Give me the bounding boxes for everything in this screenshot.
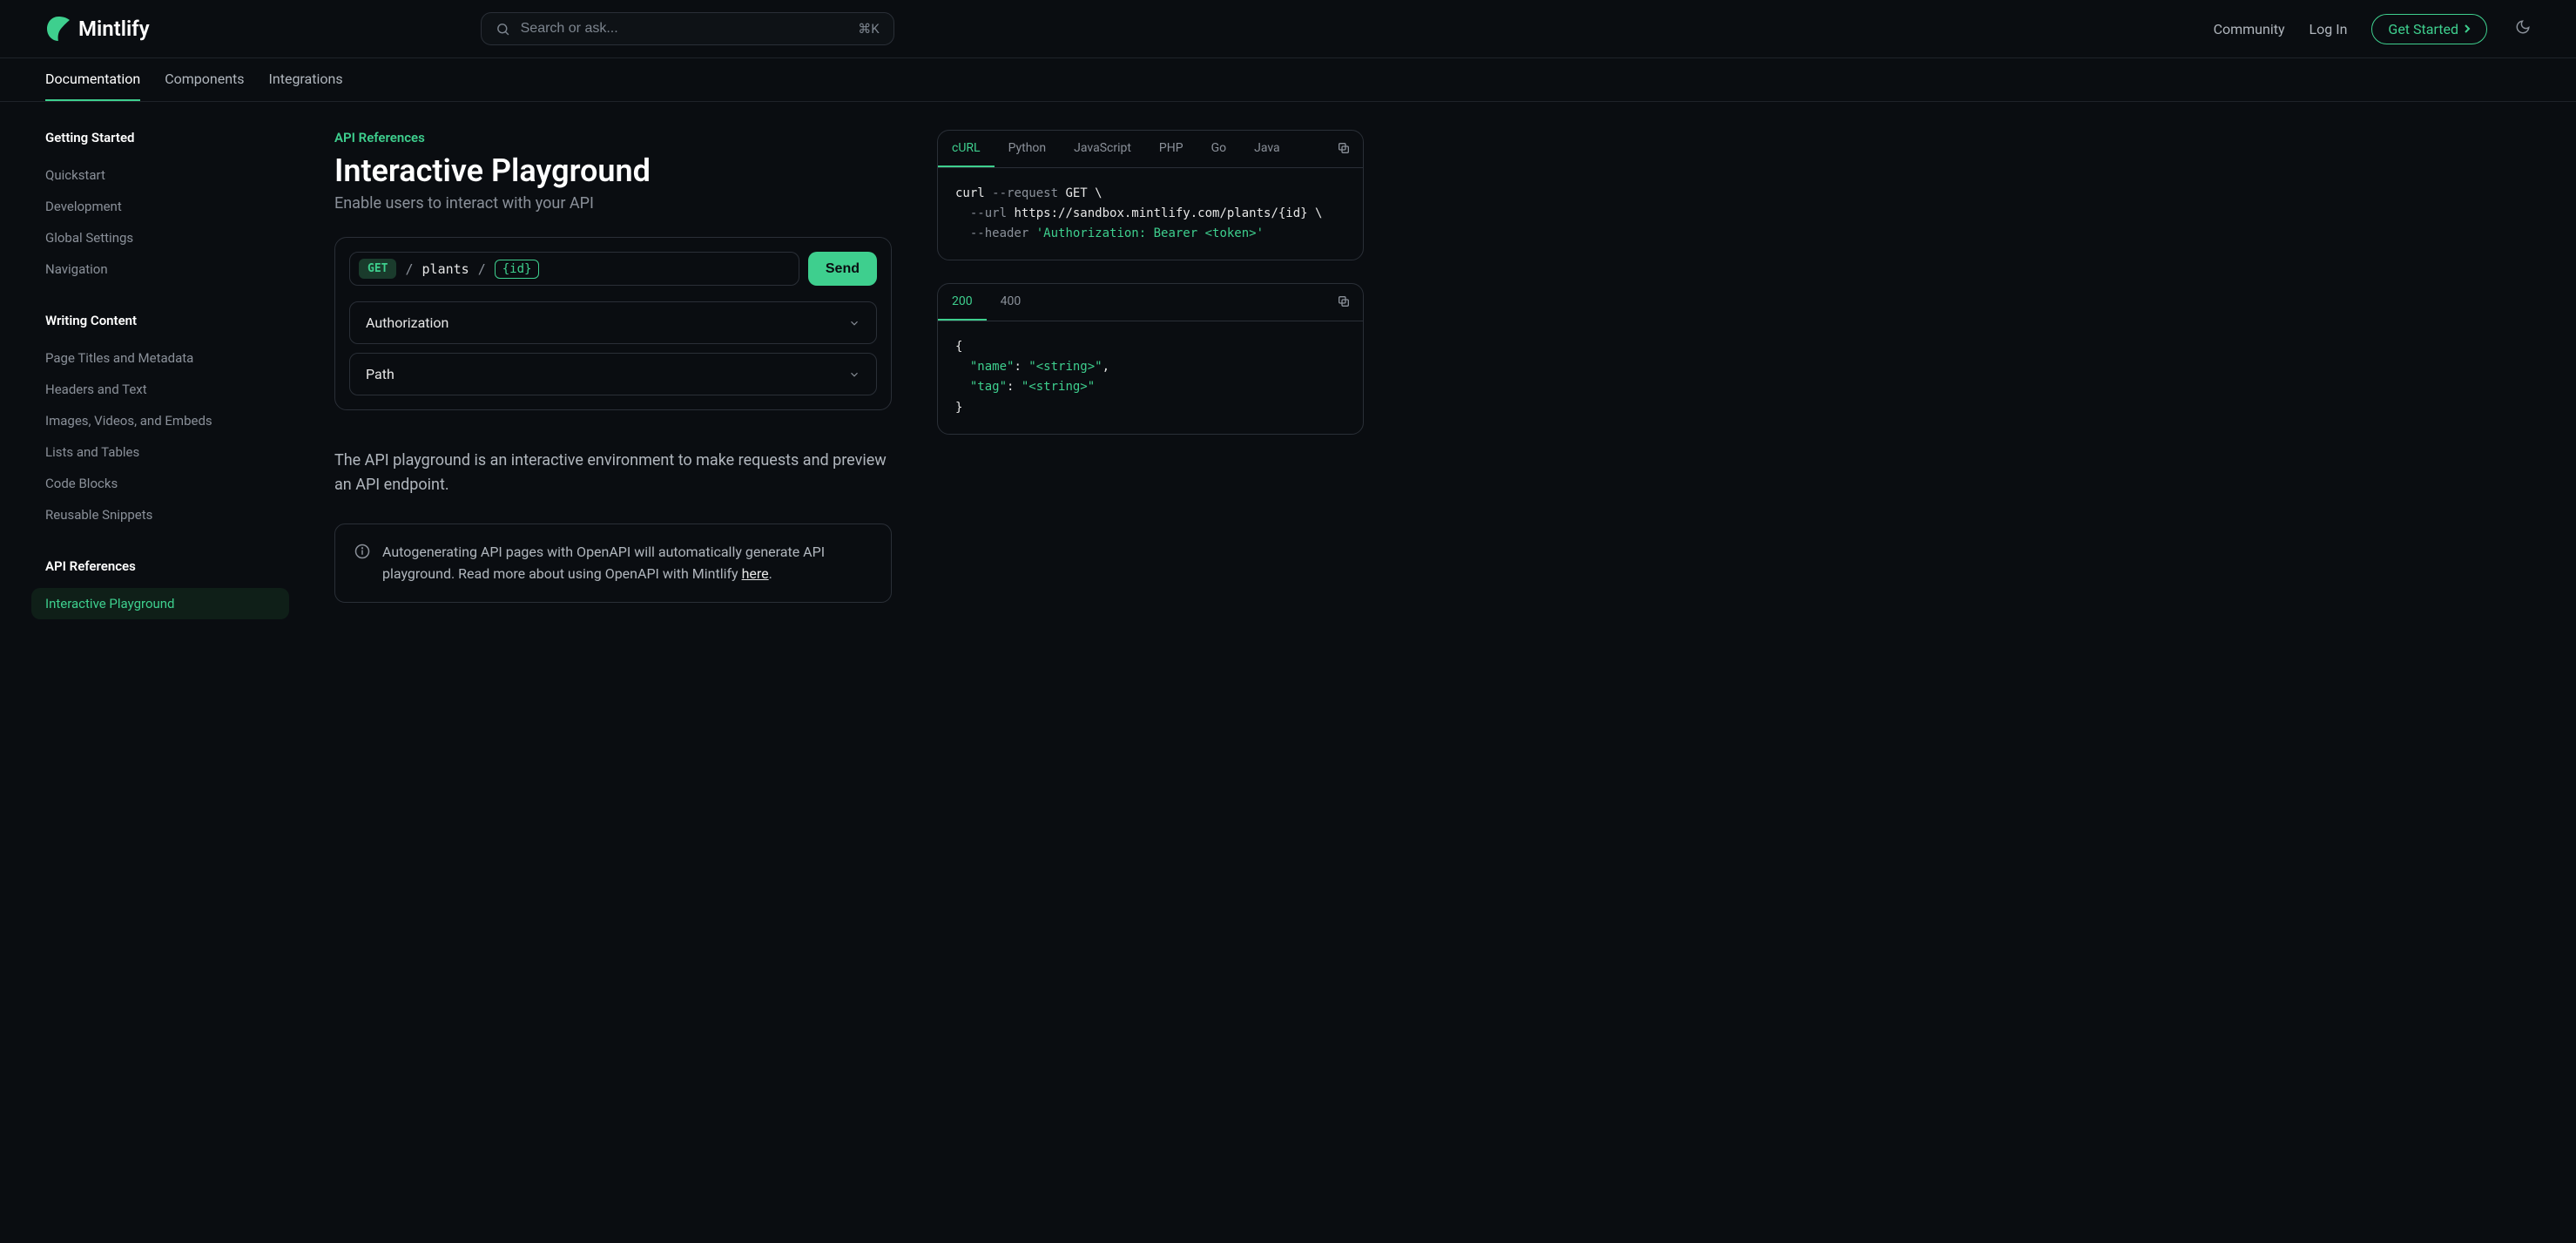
sidebar-item-development[interactable]: Development: [45, 191, 289, 222]
response-code: { "name": "<string>", "tag": "<string>" …: [938, 321, 1363, 433]
search-icon: [496, 22, 510, 37]
page-subtitle: Enable users to interact with your API: [334, 194, 892, 213]
request-code-block: cURL Python JavaScript PHP Go Java curl …: [937, 130, 1364, 260]
sidebar-heading: Getting Started: [45, 130, 289, 145]
playground-request-row: GET / plants / {id} Send: [349, 252, 877, 286]
tab-curl[interactable]: cURL: [938, 131, 995, 167]
code-panel: cURL Python JavaScript PHP Go Java curl …: [937, 130, 1364, 647]
response-code-block: 200 400 { "name": "<string>", "tag": "<s…: [937, 283, 1364, 434]
sidebar-item-global-settings[interactable]: Global Settings: [45, 222, 289, 253]
path-param-id[interactable]: {id}: [495, 260, 540, 279]
tab-components[interactable]: Components: [165, 58, 244, 101]
moon-icon: [2515, 19, 2531, 35]
url-bar[interactable]: GET / plants / {id}: [349, 252, 799, 286]
sidebar-item-reusable-snippets[interactable]: Reusable Snippets: [45, 499, 289, 530]
logo[interactable]: Mintlify: [45, 17, 150, 41]
chevron-down-icon: [848, 317, 860, 329]
chevron-down-icon: [848, 368, 860, 381]
body-paragraph: The API playground is an interactive env…: [334, 449, 892, 497]
page-title: Interactive Playground: [334, 152, 892, 189]
copy-icon: [1337, 294, 1351, 308]
tab-javascript[interactable]: JavaScript: [1060, 131, 1145, 167]
community-link[interactable]: Community: [2214, 21, 2285, 37]
response-tabs: 200 400: [938, 284, 1363, 321]
header: Mintlify ⌘K Community Log In Get Started: [0, 0, 2576, 58]
sidebar-item-code-blocks[interactable]: Code Blocks: [45, 468, 289, 499]
tab-integrations[interactable]: Integrations: [269, 58, 343, 101]
callout-after: .: [769, 565, 772, 582]
sidebar-section-api-references: API References Interactive Playground: [45, 558, 289, 619]
login-link[interactable]: Log In: [2310, 21, 2348, 37]
copy-button[interactable]: [1337, 141, 1351, 159]
sidebar-item-headers[interactable]: Headers and Text: [45, 374, 289, 405]
path-resource: plants: [422, 261, 469, 277]
tab-200[interactable]: 200: [938, 284, 987, 321]
section-label: Path: [366, 366, 394, 382]
chevron-right-icon: [2464, 24, 2471, 34]
sidebar-item-page-titles[interactable]: Page Titles and Metadata: [45, 342, 289, 374]
request-code: curl --request GET \ --url https://sandb…: [938, 168, 1363, 260]
cta-label: Get Started: [2388, 21, 2458, 37]
path-slash: /: [405, 261, 413, 277]
playground-card: GET / plants / {id} Send Authorization P…: [334, 237, 892, 410]
header-nav: Community Log In Get Started: [2214, 14, 2531, 44]
sidebar-item-navigation[interactable]: Navigation: [45, 253, 289, 285]
nav-tabs: Documentation Components Integrations: [0, 58, 2576, 102]
sidebar-item-lists[interactable]: Lists and Tables: [45, 436, 289, 468]
tab-java[interactable]: Java: [1240, 131, 1294, 167]
sidebar: Getting Started Quickstart Development G…: [45, 130, 289, 647]
tab-documentation[interactable]: Documentation: [45, 58, 140, 101]
sidebar-item-interactive-playground[interactable]: Interactive Playground: [31, 588, 289, 619]
breadcrumb[interactable]: API References: [334, 130, 892, 145]
copy-button[interactable]: [1337, 294, 1351, 312]
copy-icon: [1337, 141, 1351, 155]
info-icon: [354, 544, 370, 559]
tab-php[interactable]: PHP: [1145, 131, 1197, 167]
search-input[interactable]: [521, 21, 848, 37]
callout-link[interactable]: here: [742, 565, 769, 582]
tab-python[interactable]: Python: [995, 131, 1061, 167]
search-box[interactable]: ⌘K: [481, 12, 894, 45]
path-slash: /: [478, 261, 486, 277]
sidebar-heading: API References: [45, 558, 289, 574]
main-content: API References Interactive Playground En…: [334, 130, 892, 647]
section-path[interactable]: Path: [349, 353, 877, 395]
tab-go[interactable]: Go: [1197, 131, 1241, 167]
get-started-button[interactable]: Get Started: [2371, 14, 2487, 44]
sidebar-section-writing-content: Writing Content Page Titles and Metadata…: [45, 313, 289, 530]
request-tabs: cURL Python JavaScript PHP Go Java: [938, 131, 1363, 168]
info-callout: Autogenerating API pages with OpenAPI wi…: [334, 524, 892, 604]
logo-icon: [45, 17, 71, 41]
brand-name: Mintlify: [78, 17, 150, 41]
tab-400[interactable]: 400: [987, 284, 1035, 321]
send-button[interactable]: Send: [808, 252, 877, 286]
sidebar-item-quickstart[interactable]: Quickstart: [45, 159, 289, 191]
sidebar-heading: Writing Content: [45, 313, 289, 328]
callout-text: Autogenerating API pages with OpenAPI wi…: [382, 542, 872, 585]
section-label: Authorization: [366, 314, 448, 331]
method-badge: GET: [359, 259, 396, 279]
sidebar-section-getting-started: Getting Started Quickstart Development G…: [45, 130, 289, 285]
theme-toggle[interactable]: [2515, 19, 2531, 38]
section-authorization[interactable]: Authorization: [349, 301, 877, 344]
search-shortcut: ⌘K: [858, 21, 879, 37]
sidebar-item-images[interactable]: Images, Videos, and Embeds: [45, 405, 289, 436]
